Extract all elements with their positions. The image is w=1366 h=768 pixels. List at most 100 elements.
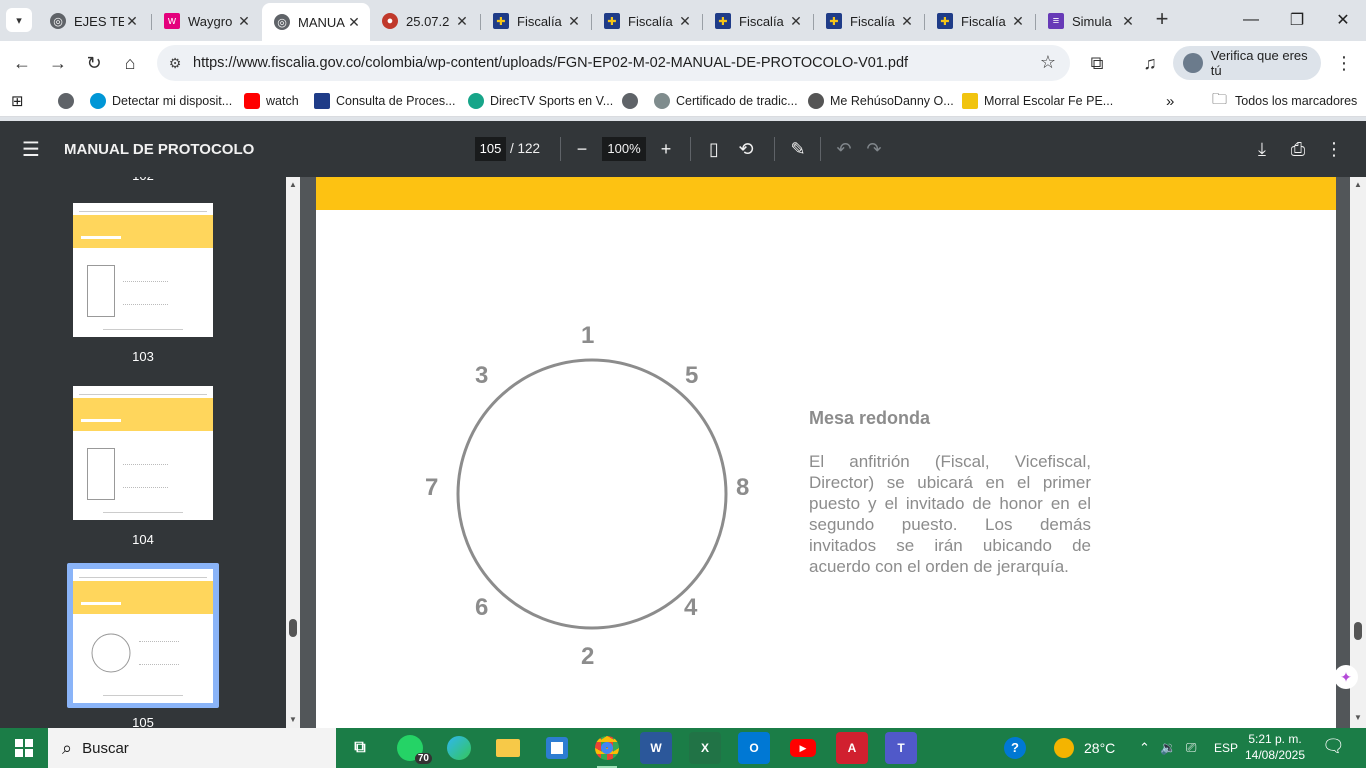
restore-button[interactable]: ❐ bbox=[1274, 0, 1320, 40]
tab-fiscalia-2[interactable]: ✚ Fiscalía ✕ bbox=[592, 7, 701, 35]
minimize-button[interactable]: — bbox=[1228, 0, 1274, 40]
close-icon[interactable]: ✕ bbox=[566, 13, 582, 30]
bookmark-directv[interactable]: DirecTV Sports en V... bbox=[468, 91, 613, 111]
scrollbar-thumb[interactable] bbox=[1354, 622, 1362, 640]
tab-simula[interactable]: ≡ Simula ✕ bbox=[1036, 7, 1144, 35]
bookmark-star-icon[interactable]: ☆ bbox=[1040, 52, 1056, 73]
scroll-down-arrow-icon[interactable]: ▼ bbox=[1352, 713, 1364, 722]
acrobat-taskbar-button[interactable]: A bbox=[836, 732, 868, 764]
edge-taskbar-button[interactable] bbox=[443, 732, 475, 764]
bookmark-hp[interactable]: Detectar mi disposit... bbox=[90, 91, 232, 111]
volume-button[interactable]: 🔉 bbox=[1160, 728, 1176, 768]
bookmarks-overflow-button[interactable]: » bbox=[1166, 91, 1174, 111]
tab-fiscalia-3[interactable]: ✚ Fiscalía ✕ bbox=[703, 7, 812, 35]
close-icon[interactable]: ✕ bbox=[1010, 13, 1026, 30]
home-icon: ⌂ bbox=[124, 52, 136, 73]
tab-search-button[interactable]: ▾ bbox=[6, 8, 32, 32]
teams-taskbar-button[interactable]: T bbox=[885, 732, 917, 764]
chrome-menu-button[interactable]: ⋮ bbox=[1330, 49, 1358, 77]
tab-fiscalia-4[interactable]: ✚ Fiscalía ✕ bbox=[814, 7, 923, 35]
zoom-in-icon[interactable]: + bbox=[654, 137, 678, 161]
bookmark-watch[interactable]: watch bbox=[244, 91, 299, 111]
taskbar-search-box[interactable]: ⌕ Buscar bbox=[48, 728, 336, 768]
bookmark-rehuso[interactable]: Me RehúsoDanny O... bbox=[808, 91, 954, 111]
tab-waygroup[interactable]: w Waygro ✕ bbox=[152, 7, 260, 35]
close-icon[interactable]: ✕ bbox=[124, 13, 140, 30]
language-indicator[interactable]: ESP bbox=[1214, 728, 1238, 768]
extensions-button[interactable]: ⧉ bbox=[1083, 49, 1111, 77]
scroll-up-arrow-icon[interactable]: ▲ bbox=[1352, 180, 1364, 189]
address-bar[interactable]: ⚙ https://www.fiscalia.gov.co/colombia/w… bbox=[157, 45, 1070, 81]
scroll-up-arrow-icon[interactable]: ▲ bbox=[287, 180, 299, 189]
sidebar-scrollbar[interactable]: ▲ ▼ bbox=[286, 177, 300, 728]
outlook-taskbar-button[interactable]: O bbox=[738, 732, 770, 764]
page-number-input[interactable]: 105 bbox=[475, 137, 506, 161]
tab-manual-active[interactable]: ◎ MANUA ✕ bbox=[262, 3, 370, 41]
url-text[interactable]: https://www.fiscalia.gov.co/colombia/wp-… bbox=[193, 55, 908, 71]
chrome-taskbar-button[interactable] bbox=[591, 732, 623, 768]
restore-icon: ❐ bbox=[1289, 12, 1305, 29]
back-button[interactable]: ← bbox=[8, 49, 36, 77]
home-button[interactable]: ⌂ bbox=[116, 49, 144, 77]
whatsapp-taskbar-button[interactable]: 70 bbox=[394, 732, 432, 764]
close-icon[interactable]: ✕ bbox=[899, 13, 915, 30]
network-button[interactable]: ⎚ bbox=[1186, 728, 1196, 768]
youtube-taskbar-button[interactable]: ▶ bbox=[787, 732, 819, 764]
bookmark-certificado[interactable]: Certificado de tradic... bbox=[654, 91, 798, 111]
excel-taskbar-button[interactable]: X bbox=[689, 732, 721, 764]
close-icon[interactable]: ✕ bbox=[788, 13, 804, 30]
bookmark-globe[interactable] bbox=[58, 91, 80, 111]
thumbnail-page-105[interactable] bbox=[73, 569, 213, 703]
close-icon[interactable]: ✕ bbox=[454, 13, 470, 30]
zoom-out-icon[interactable]: − bbox=[570, 137, 594, 161]
file-explorer-button[interactable] bbox=[492, 732, 524, 764]
weather-widget[interactable]: 28°C bbox=[1054, 728, 1115, 768]
scrollbar-thumb[interactable] bbox=[289, 619, 297, 637]
profile-verify-button[interactable]: Verifica que eres tú bbox=[1173, 46, 1321, 80]
viewer-scrollbar[interactable]: ▲ ▼ bbox=[1350, 177, 1366, 728]
task-view-button[interactable]: ⧉ bbox=[344, 732, 376, 764]
apps-button[interactable]: ⊞ bbox=[11, 91, 24, 111]
tab-fiscalia-1[interactable]: ✚ Fiscalía ✕ bbox=[481, 7, 590, 35]
new-tab-button[interactable]: + bbox=[1150, 8, 1174, 32]
show-hidden-icons-button[interactable]: ⌃ bbox=[1139, 728, 1150, 768]
annotate-pen-icon[interactable]: ✎ bbox=[786, 137, 810, 161]
bookmark-label: watch bbox=[266, 94, 299, 108]
system-clock[interactable]: 5:21 p. m. 14/08/2025 bbox=[1240, 731, 1310, 763]
bookmark-morral[interactable]: Morral Escolar Fe PE... bbox=[962, 91, 1113, 111]
copilot-icon[interactable]: ✦ bbox=[1334, 665, 1358, 689]
tab-ejes[interactable]: ◎ EJES TE ✕ bbox=[38, 7, 148, 35]
close-window-button[interactable]: ✕ bbox=[1320, 0, 1366, 40]
reload-button[interactable]: ↻ bbox=[80, 49, 108, 77]
download-icon[interactable]: ⤓ bbox=[1250, 137, 1274, 161]
all-bookmarks-button[interactable]: 🗀 Todos los marcadores bbox=[1212, 91, 1357, 111]
thumb-yellow-band bbox=[73, 581, 213, 614]
start-button[interactable] bbox=[0, 728, 48, 768]
close-icon[interactable]: ✕ bbox=[346, 14, 362, 31]
fit-page-icon[interactable]: ▯ bbox=[702, 137, 726, 161]
word-taskbar-button[interactable]: W bbox=[640, 732, 672, 764]
close-icon[interactable]: ✕ bbox=[236, 13, 252, 30]
more-options-icon[interactable]: ⋮ bbox=[1322, 137, 1346, 161]
media-control-button[interactable]: ♫ bbox=[1136, 49, 1164, 77]
bookmark-consulta[interactable]: Consulta de Proces... bbox=[314, 91, 456, 111]
print-icon[interactable]: ⎙ bbox=[1286, 137, 1310, 161]
help-tray-button[interactable]: ? bbox=[1004, 728, 1026, 768]
forward-button[interactable]: → bbox=[44, 49, 72, 77]
close-icon[interactable]: ✕ bbox=[677, 13, 693, 30]
undo-icon[interactable]: ↶ bbox=[832, 137, 856, 161]
thumbnail-page-104[interactable] bbox=[73, 386, 213, 520]
bookmark-globe-2[interactable] bbox=[622, 91, 644, 111]
close-icon[interactable]: ✕ bbox=[1120, 13, 1136, 30]
store-taskbar-button[interactable] bbox=[541, 732, 573, 764]
rotate-icon[interactable]: ⟲ bbox=[734, 137, 758, 161]
notification-center-button[interactable]: 🗨 bbox=[1322, 736, 1345, 757]
tab-sports[interactable]: ● 25.07.2 ✕ bbox=[370, 7, 478, 35]
site-settings-icon[interactable]: ⚙ bbox=[165, 53, 185, 73]
sidebar-menu-icon[interactable]: ☰ bbox=[22, 137, 40, 162]
redo-icon[interactable]: ↷ bbox=[862, 137, 886, 161]
scroll-down-arrow-icon[interactable]: ▼ bbox=[287, 715, 299, 724]
tab-fiscalia-5[interactable]: ✚ Fiscalía ✕ bbox=[925, 7, 1034, 35]
thumbnail-page-103[interactable] bbox=[73, 203, 213, 337]
zoom-input[interactable]: 100% bbox=[602, 137, 646, 161]
